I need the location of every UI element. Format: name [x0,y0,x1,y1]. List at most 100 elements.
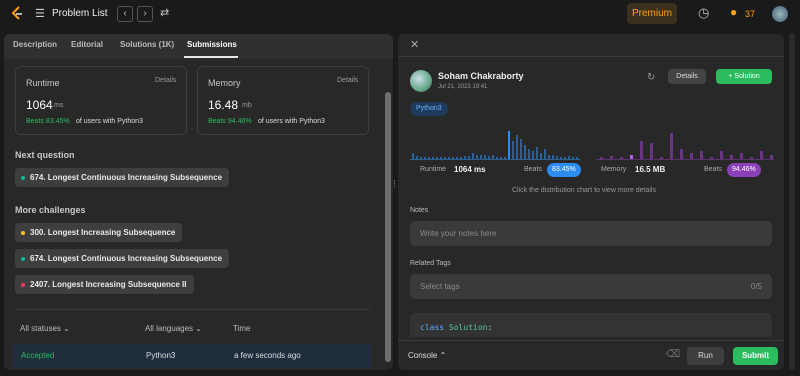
runtime-distribution-bar [428,157,430,159]
streak-count[interactable]: 37 [745,9,755,19]
runtime-label: Runtime [420,166,447,173]
code-colon: : [487,323,493,332]
solution-button[interactable]: + Solution [716,69,772,84]
submit-button[interactable]: Submit [733,347,778,365]
runtime-distribution-bar [472,153,474,159]
tab-editorial[interactable]: Editorial [71,40,103,49]
notes-input[interactable]: Write your notes here [410,221,772,246]
challenge-chip[interactable]: 300. Longest Increasing Subsequence [15,223,183,242]
runtime-distribution-bar [452,157,454,159]
memory-bars [600,133,773,159]
tags-count: 0/5 [750,282,762,291]
problem-list-title[interactable]: Problem List [52,8,108,19]
panel-resize-handle[interactable] [394,180,397,188]
memory-distribution-bar [650,143,653,159]
next-question-label: 674. Longest Continuous Increasing Subse… [30,173,223,182]
challenge-chip[interactable]: 2407. Longest Increasing Subsequence II [15,275,194,294]
avatar[interactable] [772,6,788,22]
challenge-chip[interactable]: 674. Longest Continuous Increasing Subse… [15,249,230,268]
scrollbar-thumb[interactable] [385,92,391,362]
runtime-value: 1064 ms [454,165,486,174]
page-scrollbar[interactable] [789,34,795,370]
memory-percentile-badge: 94.46% [727,163,761,177]
user-name[interactable]: Soham Chakraborty [438,71,524,81]
memory-distribution-bar [740,153,743,159]
close-icon[interactable]: ✕ [410,38,419,51]
solution-button-label: Solution [734,73,760,80]
runtime-distribution-bar [444,157,446,159]
runtime-distribution-bar [416,156,418,159]
runtime-beats-suffix: of users with Python3 [76,118,143,125]
runtime-distribution-bar [500,157,502,159]
runtime-distribution-bar [420,157,422,159]
prev-problem-button[interactable]: ‹ [117,6,133,22]
premium-button[interactable]: Premium [627,3,677,24]
next-problem-button[interactable]: › [137,6,153,22]
tags-select[interactable]: Select tags 0/5 [410,274,772,299]
scrollbar[interactable] [384,70,391,366]
runtime-distribution-bar [524,145,526,159]
memory-details-link[interactable]: Details [337,77,358,84]
trash-icon[interactable]: ⌫ [666,349,680,360]
difficulty-hard-dot [21,283,25,287]
refresh-icon[interactable]: ↻ [647,72,655,83]
tab-solutions[interactable]: Solutions (1K) [120,40,174,49]
distribution-chart[interactable] [410,130,774,160]
runtime-details-link[interactable]: Details [155,77,176,84]
language-filter[interactable]: All languages ⌄ [145,324,202,333]
memory-card[interactable]: Memory Details 16.48 mb Beats 94.46% of … [197,66,369,135]
submission-status[interactable]: Accepted [21,351,54,360]
runtime-label: Runtime [26,78,60,88]
runtime-distribution-bar [560,157,562,159]
runtime-distribution-bar [568,156,570,159]
runtime-beats: Beats 83.45% [26,118,70,125]
runtime-card[interactable]: Runtime Details 1064 ms Beats 83.45% of … [15,66,187,135]
memory-beats-label: Beats [704,166,722,173]
memory-distribution-bar [690,153,693,159]
timer-icon[interactable]: ◷ [698,5,709,21]
divider [15,309,370,310]
run-button[interactable]: Run [687,347,724,365]
runtime-percentile-badge: 83.45% [547,163,581,177]
runtime-distribution-bar [476,155,478,159]
runtime-distribution-bar [448,157,450,159]
active-tab-indicator [184,56,238,58]
shuffle-icon[interactable]: ⇄ [160,6,169,19]
memory-distribution-bar [760,151,763,159]
console-toggle[interactable]: Console ⌃ [408,351,446,360]
memory-beats: Beats 94.46% [208,118,252,125]
runtime-distribution-bar [464,156,466,159]
runtime-distribution-bar [564,157,566,159]
user-avatar [410,70,432,92]
tab-submissions[interactable]: Submissions [187,40,237,49]
runtime-value: 1064 [26,98,53,112]
leetcode-logo[interactable] [9,5,25,23]
runtime-distribution-bar [556,156,558,159]
tab-description[interactable]: Description [13,40,57,49]
runtime-distribution-bar [468,156,470,159]
submission-row[interactable]: Accepted Python3 a few seconds ago [13,344,371,368]
memory-value: 16.48 [208,98,239,112]
runtime-distribution-bar [460,157,462,159]
runtime-bars [412,131,578,159]
memory-distribution-bar [640,141,643,159]
runtime-distribution-bar [528,149,530,159]
submission-date: Jul 21, 2023 19:41 [438,84,488,90]
challenge-label: 2407. Longest Increasing Subsequence II [30,280,187,289]
status-filter[interactable]: All statuses ⌄ [20,324,70,333]
runtime-distribution-bar [492,155,494,159]
chevron-up-icon: ⌃ [439,351,447,360]
difficulty-easy-dot [21,257,25,261]
next-question-chip[interactable]: 674. Longest Continuous Increasing Subse… [15,168,230,187]
runtime-distribution-bar [544,149,546,159]
code-line: class Solution: [420,323,492,332]
memory-unit: mb [242,102,252,109]
bottom-bar: Console ⌃ ⌫ Run Submit [398,340,784,370]
runtime-distribution-bar [532,151,534,159]
runtime-distribution-bar [512,141,514,159]
problem-list-icon[interactable]: ☰ [35,7,45,20]
memory-distribution-bar [710,157,713,159]
runtime-distribution-bar [432,157,434,159]
memory-distribution-bar [630,155,633,159]
details-button[interactable]: Details [668,69,706,84]
